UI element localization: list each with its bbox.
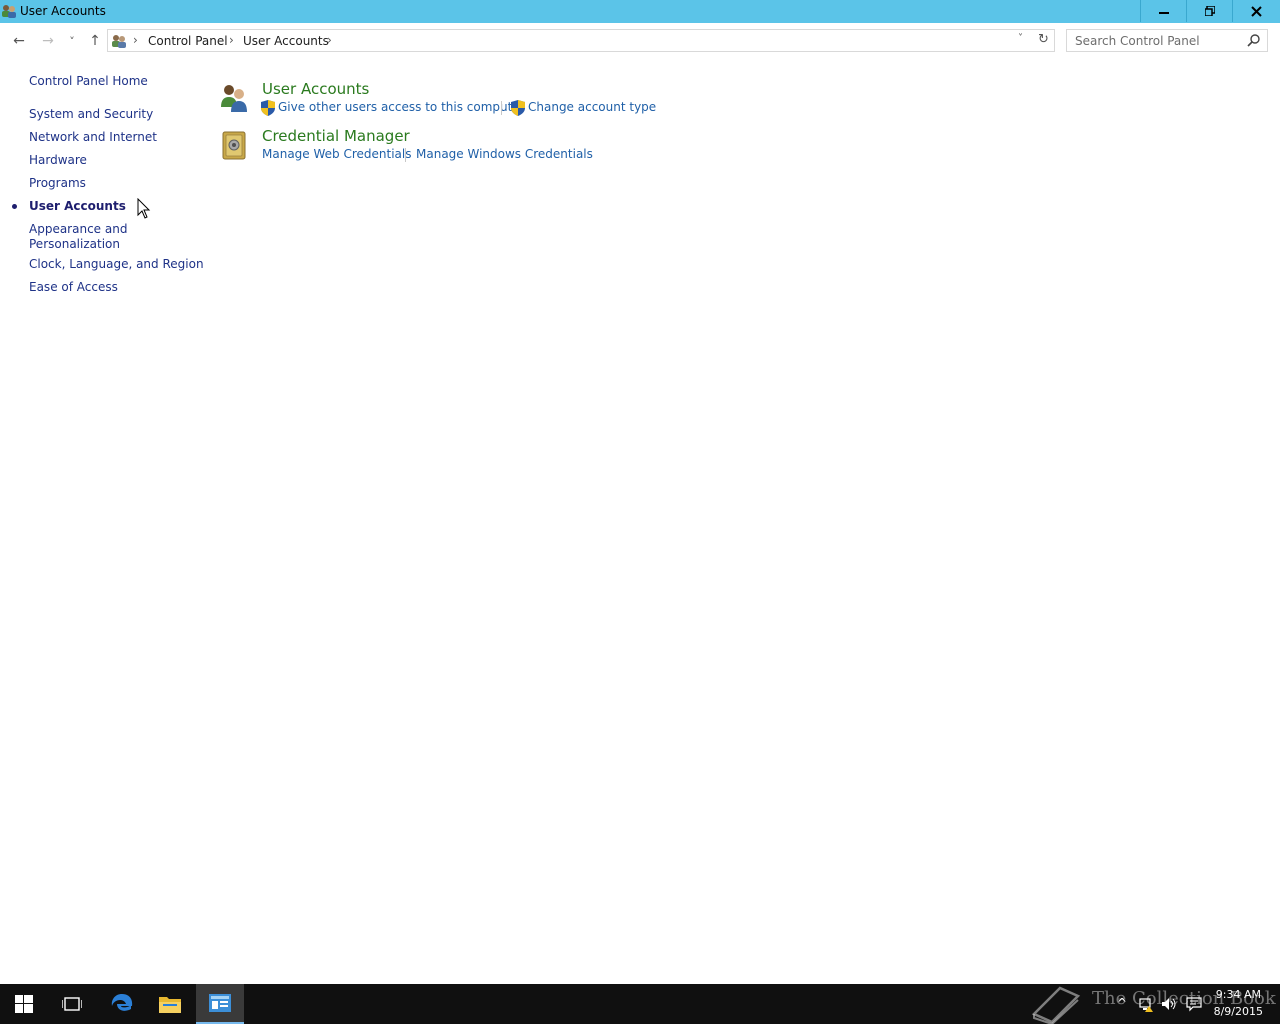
category-title-credential-manager[interactable]: Credential Manager — [262, 127, 410, 145]
restore-icon — [1204, 6, 1215, 16]
sidebar-item-appearance-and-personalization[interactable]: Appearance and Personalization — [29, 222, 127, 252]
search-icon[interactable] — [1247, 33, 1261, 47]
minimize-button[interactable] — [1140, 0, 1186, 22]
sidebar-item-label-line1: Appearance and — [29, 222, 128, 236]
manage-web-credentials-link[interactable]: Manage Web Credentials — [262, 147, 411, 161]
manage-windows-credentials-link[interactable]: Manage Windows Credentials — [416, 147, 593, 161]
category-title-user-accounts[interactable]: User Accounts — [262, 80, 369, 98]
clock-date[interactable]: 8/9/2015 — [1205, 1005, 1263, 1018]
task-view-icon — [62, 997, 82, 1011]
control-panel-icon — [209, 994, 231, 1012]
refresh-icon[interactable]: ↻ — [1038, 32, 1049, 47]
sidebar-item-user-accounts[interactable]: User Accounts — [29, 199, 126, 214]
clock-time[interactable]: 9:34 AM — [1205, 988, 1261, 1001]
taskbar: The Collection Book ^ 9:34 AM 8/9/2015 — [0, 984, 1280, 1024]
forward-button[interactable]: → — [38, 31, 58, 51]
back-arrow-icon: ← — [13, 33, 25, 49]
breadcrumb-user-accounts[interactable]: User Accounts — [243, 34, 329, 48]
give-other-users-access-link[interactable]: Give other users access to this computer — [278, 100, 525, 114]
vault-icon[interactable] — [219, 129, 251, 161]
minimize-icon — [1158, 12, 1169, 14]
user-accounts-app-icon — [2, 5, 16, 18]
breadcrumb-separator[interactable]: › — [133, 33, 138, 47]
search-input[interactable]: Search Control Panel — [1075, 34, 1200, 48]
file-explorer-icon — [159, 997, 181, 1013]
sidebar-item-label-line2: Personalization — [29, 237, 120, 251]
network-icon[interactable] — [1138, 996, 1154, 1012]
task-divider — [405, 148, 406, 162]
change-account-type-link[interactable]: Change account type — [528, 100, 656, 114]
control-panel-location-icon — [112, 35, 126, 48]
sidebar-item-network-and-internet[interactable]: Network and Internet — [29, 130, 157, 145]
current-item-bullet-icon — [12, 204, 17, 209]
sidebar-item-programs[interactable]: Programs — [29, 176, 86, 191]
up-button[interactable]: ↑ — [85, 31, 105, 51]
navigation-bar: ← → ˅ ↑ › Control Panel › User Accounts … — [0, 23, 1280, 58]
sidebar-item-system-and-security[interactable]: System and Security — [29, 107, 153, 122]
users-icon[interactable] — [218, 81, 250, 113]
up-arrow-icon: ↑ — [89, 33, 101, 49]
uac-shield-icon — [261, 100, 275, 116]
task-divider — [501, 101, 502, 115]
control-panel-taskbar-button[interactable] — [196, 984, 244, 1024]
search-box[interactable]: Search Control Panel — [1066, 29, 1268, 52]
window-title: User Accounts — [20, 4, 106, 18]
windows-logo-icon — [15, 995, 33, 1013]
recent-locations-button[interactable]: ˅ — [62, 31, 82, 51]
volume-icon[interactable] — [1161, 996, 1177, 1012]
breadcrumb-separator[interactable]: › — [229, 33, 234, 47]
address-dropdown-icon[interactable]: ˅ — [1018, 33, 1023, 44]
uac-shield-icon — [511, 100, 525, 116]
restore-button[interactable] — [1186, 0, 1232, 22]
breadcrumb-control-panel[interactable]: Control Panel — [148, 34, 228, 48]
start-button[interactable] — [0, 984, 48, 1024]
watermark-book-icon — [1031, 986, 1081, 1024]
edge-taskbar-button[interactable] — [98, 984, 146, 1024]
file-explorer-taskbar-button[interactable] — [146, 984, 194, 1024]
title-bar: User Accounts — [0, 0, 1280, 23]
sidebar-item-ease-of-access[interactable]: Ease of Access — [29, 280, 118, 295]
forward-arrow-icon: → — [42, 33, 54, 49]
breadcrumb-separator[interactable]: › — [327, 33, 332, 47]
control-panel-home-link[interactable]: Control Panel Home — [29, 74, 148, 89]
back-button[interactable]: ← — [9, 31, 29, 51]
sidebar-item-hardware[interactable]: Hardware — [29, 153, 87, 168]
mouse-cursor-icon — [137, 198, 151, 219]
close-icon — [1251, 5, 1262, 17]
edge-icon — [111, 994, 133, 1011]
address-bar[interactable]: › Control Panel › User Accounts › ˅ ↻ — [107, 29, 1055, 52]
close-button[interactable] — [1232, 0, 1280, 22]
show-hidden-icons-chevron-icon[interactable]: ^ — [1114, 996, 1130, 1012]
action-center-icon[interactable] — [1186, 996, 1202, 1012]
chevron-down-icon: ˅ — [69, 34, 75, 48]
sidebar-item-clock-language-and-region[interactable]: Clock, Language, and Region — [29, 257, 204, 272]
task-view-button[interactable] — [48, 984, 96, 1024]
